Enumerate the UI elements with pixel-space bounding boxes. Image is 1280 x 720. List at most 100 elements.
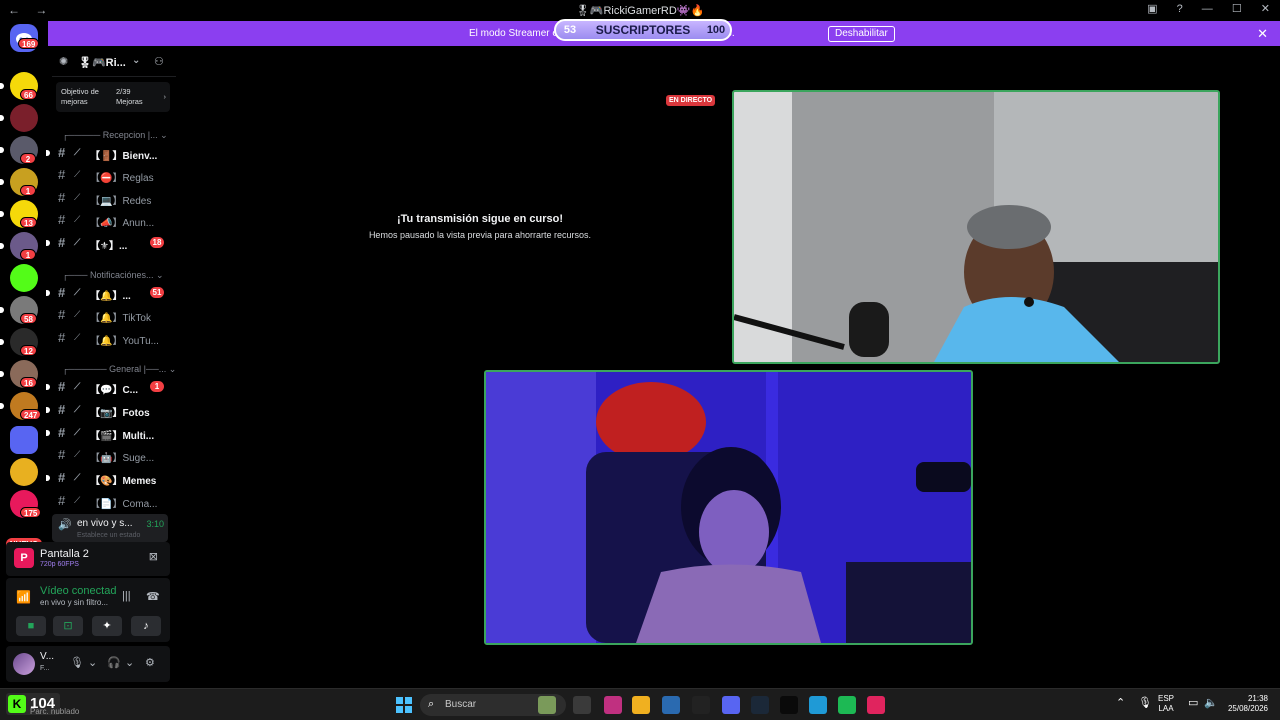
channel-category[interactable]: ┌─── Notificaciónes... ⌄ (62, 270, 164, 281)
windows-start-icon[interactable] (396, 697, 412, 713)
microphone-icon[interactable]: 🎙 (70, 656, 84, 669)
channel-item[interactable]: # ⟋ 【🔔】TikTok (56, 306, 168, 324)
stop-share-icon[interactable]: ⊠ (149, 550, 158, 563)
server-header[interactable]: ✺ 🎖🎮Ri... ⌄ ⚇ (52, 52, 176, 74)
spotify-icon[interactable] (838, 696, 856, 714)
mention-badge: 51 (150, 287, 164, 298)
headphones-icon[interactable]: 🎧 (107, 656, 121, 669)
server-badge: 2 (20, 153, 36, 164)
pin-icon: ⟋ (74, 495, 81, 505)
channel-label: 【⚜】... (90, 241, 128, 252)
channel-item[interactable]: # ⟋ 【📷】Fotos (46, 401, 168, 419)
home-badge: 169 (18, 38, 40, 49)
channel-category[interactable]: ┌────── General |──... ⌄ (62, 364, 176, 375)
language-code: ESP (1158, 694, 1175, 703)
channel-item[interactable]: # ⟋ 【💻】Redes (56, 189, 168, 207)
video-tile-guest[interactable] (484, 370, 973, 645)
hash-icon: # (58, 330, 66, 345)
close-window-icon[interactable]: ✕ (1261, 2, 1270, 15)
disconnect-icon[interactable]: ☎ (146, 590, 160, 603)
voice-channel[interactable]: 🔊 en vivo y s... 3:10 Establece un estad… (52, 514, 168, 542)
signal-icon: 📶 (16, 590, 31, 604)
disable-streamer-button[interactable]: Deshabilitar (828, 26, 895, 42)
server-icon[interactable] (10, 104, 38, 132)
edge-icon[interactable] (809, 696, 827, 714)
voice-connection-panel: 📶 Vídeo conectad en vivo y sin filtro...… (6, 578, 170, 642)
tray-chevron-icon[interactable]: ⌃ (1116, 696, 1125, 709)
chevron-down-icon[interactable]: ⌄ (88, 656, 97, 669)
share-avatar: P (14, 548, 34, 568)
add-user-icon[interactable]: ⚇ (154, 55, 164, 68)
channel-item[interactable]: # ⟋ 【⚜】... 18 (46, 234, 168, 252)
maximize-icon[interactable]: ☐ (1232, 2, 1242, 15)
file-explorer-icon[interactable] (632, 696, 650, 714)
chevron-down-icon[interactable]: ⌄ (132, 55, 140, 66)
channel-category[interactable]: ┌───── Recepcion |... ⌄ (62, 130, 168, 141)
channel-item[interactable]: # ⟋ 【📣】Anun... (56, 211, 168, 229)
soundboard-button[interactable]: ♪ (131, 616, 161, 636)
tiktok-icon[interactable] (867, 696, 885, 714)
boost-goal-card[interactable]: Objetivo de mejoras 2/39 Mejoras › (56, 82, 170, 112)
app-icon[interactable] (780, 696, 798, 714)
unread-indicator (46, 290, 50, 296)
channel-label: 【🔔】... (90, 291, 131, 302)
server-icon[interactable] (10, 458, 38, 486)
subscriber-goal-overlay: 53 SUSCRIPTORES 100 (554, 19, 732, 41)
pin-icon: ⟋ (74, 169, 81, 179)
noise-suppression-icon[interactable]: ||| (122, 590, 131, 602)
video-tile-streamer[interactable] (732, 90, 1220, 364)
unread-indicator (0, 115, 4, 121)
mention-badge: 1 (150, 381, 164, 392)
channel-item[interactable]: # ⟋ 【💬】C... 1 (46, 378, 168, 396)
server-icon[interactable] (10, 264, 38, 292)
channel-item[interactable]: # ⟋ 【🎬】Multi... (46, 424, 168, 442)
unread-indicator (0, 403, 4, 409)
subscriber-current: 53 (563, 24, 577, 36)
unread-indicator (0, 243, 4, 249)
help-icon[interactable]: ? (1177, 3, 1183, 15)
hash-icon: # (58, 402, 66, 417)
close-icon[interactable]: ✕ (1257, 26, 1268, 42)
channel-item[interactable]: # ⟋ 【📄】Coma... (56, 492, 168, 510)
server-badge: 58 (20, 313, 37, 324)
system-clock[interactable]: 21:38 25/08/2026 (1222, 694, 1268, 714)
channel-item[interactable]: # ⟋ 【🔔】... 51 (46, 284, 168, 302)
hash-icon: # (58, 307, 66, 322)
channel-item[interactable]: # ⟋ 【🔔】YouTu... (56, 329, 168, 347)
windows-taskbar: K 104 Parc. nublado ⌕ Buscar ⌃ 🎙 ESP LAA… (0, 688, 1280, 720)
store-app-icon[interactable] (604, 696, 622, 714)
server-badge: 175 (20, 507, 42, 518)
channel-item[interactable]: # ⟋ 【🤖】Suge... (56, 446, 168, 464)
pin-icon: ⟋ (74, 449, 81, 459)
discord-app-icon[interactable] (722, 696, 740, 714)
server-icon[interactable] (10, 426, 38, 454)
server-badge: 1 (20, 249, 36, 260)
inbox-icon[interactable]: ▣ (1147, 2, 1157, 15)
camera-button[interactable]: ■ (16, 616, 46, 636)
pin-icon: ⟋ (74, 427, 81, 437)
microsoft-store-icon[interactable] (662, 696, 680, 714)
microphone-icon[interactable]: 🎙 (1138, 696, 1152, 709)
unread-indicator (46, 240, 50, 246)
avatar[interactable] (13, 653, 35, 675)
share-quality: 720p 60FPS (40, 561, 79, 568)
minimize-icon[interactable]: — (1202, 3, 1213, 15)
share-title: Pantalla 2 (40, 548, 89, 560)
server-badge: 12 (20, 345, 37, 356)
steam-icon[interactable] (751, 696, 769, 714)
task-view-icon[interactable] (573, 696, 591, 714)
weather-text: Parc. nublado (30, 707, 80, 716)
channel-item[interactable]: # ⟋ 【🎨】Memes (46, 469, 168, 487)
photos-app-icon[interactable] (538, 696, 556, 714)
gear-icon[interactable]: ⚙ (145, 656, 155, 669)
chevron-down-icon[interactable]: ⌄ (125, 656, 134, 669)
subscriber-goal: 100 (706, 24, 726, 36)
screen-share-button[interactable]: ⊡ (53, 616, 83, 636)
volume-icon[interactable]: 🔈 (1204, 696, 1218, 709)
channel-item[interactable]: # ⟋ 【⛔】Reglas (56, 166, 168, 184)
channel-item[interactable]: # ⟋ 【🚪】Bienv... (46, 144, 168, 162)
activities-button[interactable]: ✦ (92, 616, 122, 636)
display-icon[interactable]: ▭ (1188, 696, 1198, 709)
obs-icon[interactable] (692, 696, 710, 714)
language-indicator[interactable]: ESP LAA (1158, 694, 1174, 714)
